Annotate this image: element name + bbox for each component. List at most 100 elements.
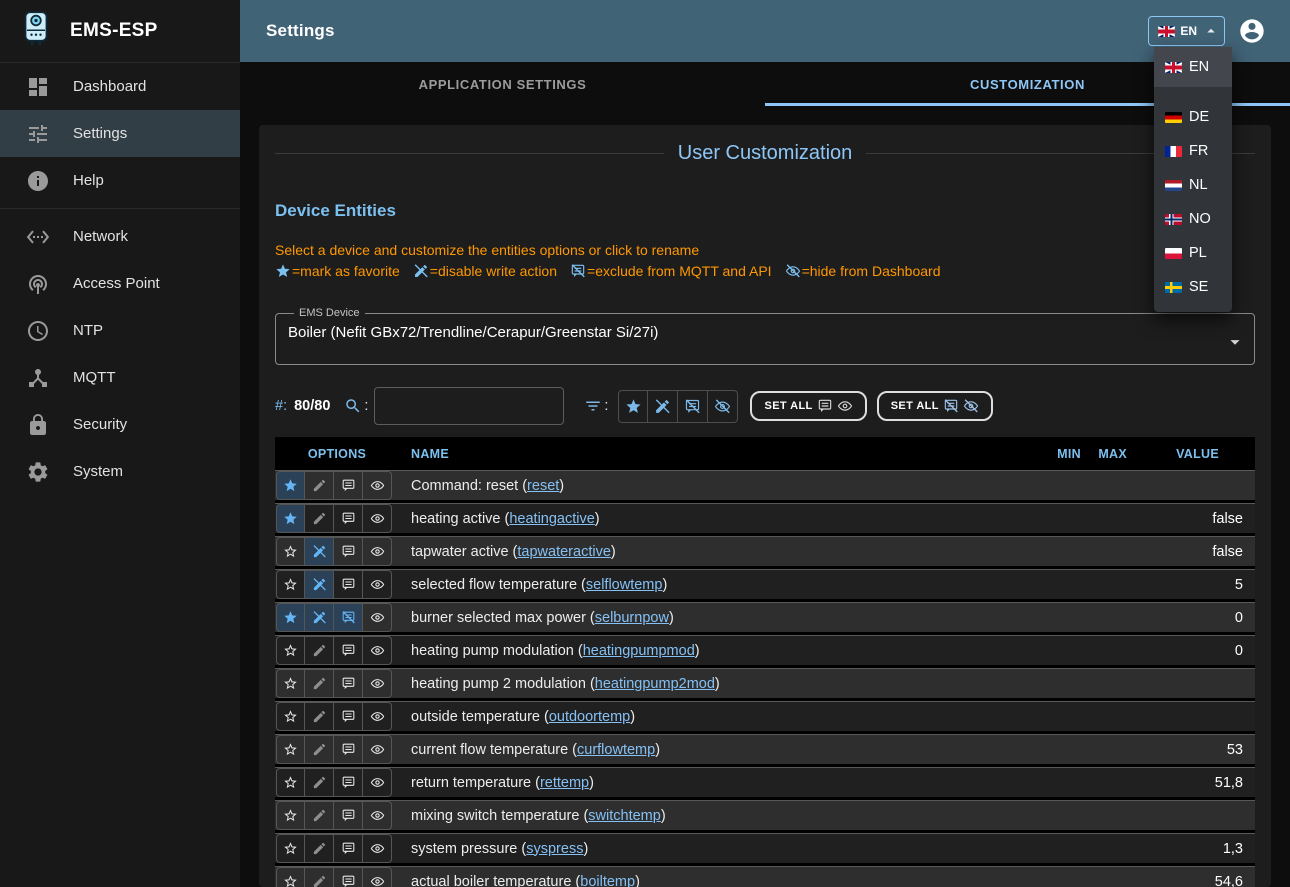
favorite-toggle[interactable]	[276, 735, 305, 764]
write-toggle[interactable]	[305, 537, 334, 566]
ems-device-select[interactable]: EMS Device Boiler (Nefit GBx72/Trendline…	[275, 307, 1255, 365]
entity-shortname-link[interactable]: boiltemp	[580, 874, 635, 887]
favorite-toggle[interactable]	[276, 867, 305, 887]
sidebar-item-ntp[interactable]: NTP	[0, 307, 240, 354]
sidebar-item-settings[interactable]: Settings	[0, 110, 240, 157]
entity-shortname-link[interactable]: selflowtemp	[586, 577, 663, 593]
entity-name[interactable]: actual boiler temperature (boiltemp)	[399, 874, 1023, 887]
set-all-button-show[interactable]: SET ALL	[750, 391, 866, 421]
language-option-en[interactable]: EN	[1154, 47, 1232, 87]
mqtt-exclude-toggle[interactable]	[334, 735, 363, 764]
search-input[interactable]	[374, 387, 564, 425]
entity-shortname-link[interactable]: outdoortemp	[549, 709, 630, 725]
hide-toggle[interactable]	[363, 834, 392, 863]
filter-toggle-edit-off[interactable]	[648, 390, 678, 423]
favorite-toggle[interactable]	[276, 636, 305, 665]
sidebar-item-system[interactable]: System	[0, 448, 240, 495]
hide-toggle[interactable]	[363, 768, 392, 797]
entity-name[interactable]: heating pump 2 modulation (heatingpump2m…	[399, 676, 1023, 692]
mqtt-exclude-toggle[interactable]	[334, 669, 363, 698]
hide-toggle[interactable]	[363, 504, 392, 533]
write-toggle[interactable]	[305, 603, 334, 632]
mqtt-exclude-toggle[interactable]	[334, 702, 363, 731]
write-toggle[interactable]	[305, 768, 334, 797]
mqtt-exclude-toggle[interactable]	[334, 636, 363, 665]
entity-shortname-link[interactable]: curflowtemp	[577, 742, 655, 758]
language-option-no[interactable]: NO	[1154, 202, 1232, 236]
write-toggle[interactable]	[305, 471, 334, 500]
favorite-toggle[interactable]	[276, 801, 305, 830]
mqtt-exclude-toggle[interactable]	[334, 603, 363, 632]
language-selector-button[interactable]: EN	[1148, 16, 1225, 46]
entity-name[interactable]: selected flow temperature (selflowtemp)	[399, 577, 1023, 593]
hide-toggle[interactable]	[363, 735, 392, 764]
mqtt-exclude-toggle[interactable]	[334, 768, 363, 797]
entity-name[interactable]: system pressure (syspress)	[399, 841, 1023, 857]
sidebar-item-security[interactable]: Security	[0, 401, 240, 448]
entity-shortname-link[interactable]: reset	[527, 478, 559, 494]
hide-toggle[interactable]	[363, 636, 392, 665]
tab-application-settings[interactable]: APPLICATION SETTINGS	[240, 62, 765, 106]
hide-toggle[interactable]	[363, 669, 392, 698]
entity-shortname-link[interactable]: heatingpump2mod	[595, 676, 715, 692]
entity-name[interactable]: burner selected max power (selburnpow)	[399, 610, 1023, 626]
mqtt-exclude-toggle[interactable]	[334, 537, 363, 566]
entity-shortname-link[interactable]: rettemp	[540, 775, 589, 791]
sidebar-item-dashboard[interactable]: Dashboard	[0, 63, 240, 110]
mqtt-exclude-toggle[interactable]	[334, 801, 363, 830]
entity-shortname-link[interactable]: selburnpow	[595, 610, 669, 626]
language-option-pl[interactable]: PL	[1154, 236, 1232, 270]
hide-toggle[interactable]	[363, 603, 392, 632]
write-toggle[interactable]	[305, 735, 334, 764]
sidebar-item-access-point[interactable]: Access Point	[0, 260, 240, 307]
entity-name[interactable]: Command: reset (reset)	[399, 478, 1023, 494]
mqtt-exclude-toggle[interactable]	[334, 867, 363, 887]
favorite-toggle[interactable]	[276, 570, 305, 599]
entity-name[interactable]: heating pump modulation (heatingpumpmod)	[399, 643, 1023, 659]
sidebar-item-mqtt[interactable]: MQTT	[0, 354, 240, 401]
favorite-toggle[interactable]	[276, 603, 305, 632]
favorite-toggle[interactable]	[276, 504, 305, 533]
hide-toggle[interactable]	[363, 801, 392, 830]
entity-name[interactable]: return temperature (rettemp)	[399, 775, 1023, 791]
write-toggle[interactable]	[305, 570, 334, 599]
language-option-nl[interactable]: NL	[1154, 168, 1232, 202]
mqtt-exclude-toggle[interactable]	[334, 834, 363, 863]
write-toggle[interactable]	[305, 636, 334, 665]
entity-shortname-link[interactable]: switchtemp	[588, 808, 661, 824]
hide-toggle[interactable]	[363, 867, 392, 887]
sidebar-item-help[interactable]: Help	[0, 157, 240, 204]
language-option-fr[interactable]: FR	[1154, 134, 1232, 168]
mqtt-exclude-toggle[interactable]	[334, 471, 363, 500]
write-toggle[interactable]	[305, 801, 334, 830]
filter-toggle-comment-off[interactable]	[678, 390, 708, 423]
language-option-se[interactable]: SE	[1154, 270, 1232, 304]
entity-shortname-link[interactable]: heatingactive	[509, 511, 594, 527]
write-toggle[interactable]	[305, 669, 334, 698]
filter-toggle-star[interactable]	[618, 390, 648, 423]
hide-toggle[interactable]	[363, 471, 392, 500]
mqtt-exclude-toggle[interactable]	[334, 570, 363, 599]
entity-shortname-link[interactable]: tapwateractive	[517, 544, 611, 560]
write-toggle[interactable]	[305, 867, 334, 887]
favorite-toggle[interactable]	[276, 834, 305, 863]
entity-name[interactable]: tapwater active (tapwateractive)	[399, 544, 1023, 560]
favorite-toggle[interactable]	[276, 669, 305, 698]
mqtt-exclude-toggle[interactable]	[334, 504, 363, 533]
entity-name[interactable]: heating active (heatingactive)	[399, 511, 1023, 527]
favorite-toggle[interactable]	[276, 768, 305, 797]
filter-toggle-eye-off[interactable]	[708, 390, 738, 423]
hide-toggle[interactable]	[363, 570, 392, 599]
entity-name[interactable]: mixing switch temperature (switchtemp)	[399, 808, 1023, 824]
entity-name[interactable]: outside temperature (outdoortemp)	[399, 709, 1023, 725]
favorite-toggle[interactable]	[276, 702, 305, 731]
entity-shortname-link[interactable]: heatingpumpmod	[583, 643, 695, 659]
write-toggle[interactable]	[305, 702, 334, 731]
language-option-de[interactable]: DE	[1154, 100, 1232, 134]
write-toggle[interactable]	[305, 834, 334, 863]
write-toggle[interactable]	[305, 504, 334, 533]
entity-shortname-link[interactable]: syspress	[526, 841, 583, 857]
account-button[interactable]	[1238, 17, 1266, 45]
entity-name[interactable]: current flow temperature (curflowtemp)	[399, 742, 1023, 758]
favorite-toggle[interactable]	[276, 537, 305, 566]
